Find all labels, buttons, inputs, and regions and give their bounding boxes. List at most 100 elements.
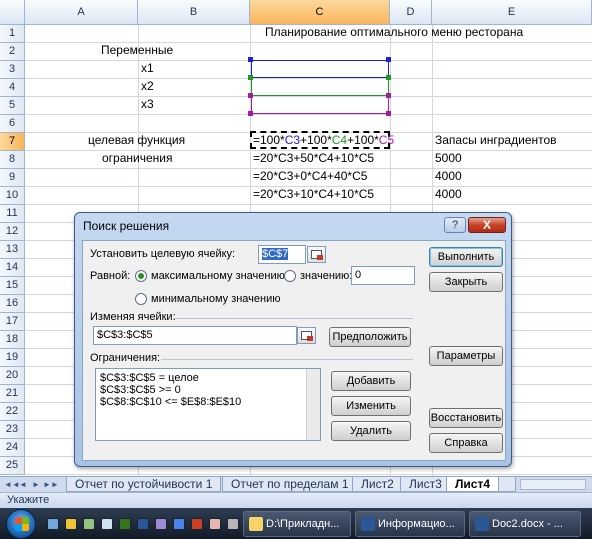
cell-b4: x2 xyxy=(141,79,154,93)
cell-b3: x1 xyxy=(141,61,154,75)
sheet-tab-list2[interactable]: Лист2 xyxy=(352,477,403,492)
horizontal-scrollbar[interactable] xyxy=(520,479,586,490)
first-sheet-button[interactable]: ◄◄ xyxy=(4,479,20,490)
radio-max-label[interactable]: максимальному значению xyxy=(151,270,285,282)
row-header-12[interactable]: 12 xyxy=(0,223,25,241)
change-button[interactable]: Изменить xyxy=(331,396,411,416)
ref-box-c4 xyxy=(251,78,389,96)
constraint-item[interactable]: $C$3:$C$5 >= 0 xyxy=(100,384,181,396)
row-header-6[interactable]: 6 xyxy=(0,115,25,133)
sheet-tab-limits-report[interactable]: Отчет по пределам 1 xyxy=(222,477,358,492)
row-header-13[interactable]: 13 xyxy=(0,241,25,259)
sheet-tab-list3[interactable]: Лист3 xyxy=(400,477,451,492)
row-header-9[interactable]: 9 xyxy=(0,169,25,187)
radio-min[interactable] xyxy=(135,293,147,305)
target-cell-label: Установить целевую ячейку: xyxy=(90,248,236,260)
row-header-21[interactable]: 21 xyxy=(0,385,25,403)
close-button[interactable]: Закрыть xyxy=(429,272,503,292)
row-header-23[interactable]: 23 xyxy=(0,421,25,439)
last-sheet-button[interactable]: ►► xyxy=(43,479,59,490)
guess-button[interactable]: Предположить xyxy=(329,327,411,347)
help-icon[interactable]: ? xyxy=(444,217,466,233)
status-bar: Укажите xyxy=(0,492,592,508)
app-icon-6[interactable] xyxy=(227,518,239,530)
row-header-20[interactable]: 20 xyxy=(0,367,25,385)
cell-c10: =20*C3+10*C4+10*C5 xyxy=(253,187,375,201)
taskbar-folder-window[interactable]: D:\Прикладн... xyxy=(243,511,351,537)
constraints-label: Ограничения: xyxy=(90,352,161,364)
radio-value-label[interactable]: значению: xyxy=(300,270,352,282)
taskbar-doc2-window[interactable]: Doc2.docx - ... xyxy=(469,511,581,537)
row-header-1[interactable]: 1 xyxy=(0,25,25,43)
word-icon[interactable] xyxy=(137,518,149,530)
radio-max[interactable] xyxy=(135,270,147,282)
help-button[interactable]: Справка xyxy=(429,433,503,453)
close-icon[interactable]: X xyxy=(468,217,506,233)
start-button[interactable] xyxy=(6,509,36,539)
row-header-8[interactable]: 8 xyxy=(0,151,25,169)
app-icon-5[interactable] xyxy=(209,518,221,530)
prev-sheet-button[interactable]: ◄ xyxy=(17,479,29,490)
column-header-e[interactable]: E xyxy=(432,0,592,25)
column-header-c[interactable]: C xyxy=(250,0,390,25)
row-header-3[interactable]: 3 xyxy=(0,61,25,79)
constraints-list[interactable]: $C$3:$C$5 = целое $C$3:$C$5 >= 0 $C$8:$C… xyxy=(95,368,321,441)
row-header-17[interactable]: 17 xyxy=(0,313,25,331)
delete-button[interactable]: Удалить xyxy=(331,421,411,441)
media-icon[interactable] xyxy=(83,518,95,530)
value-of-input[interactable]: 0 xyxy=(351,266,415,285)
constraints-scrollbar[interactable] xyxy=(306,369,320,440)
row-header-24[interactable]: 24 xyxy=(0,439,25,457)
changing-cells-input[interactable]: $C$3:$C$5 xyxy=(93,326,297,345)
ref-box-c5 xyxy=(251,96,389,114)
explorer-icon[interactable] xyxy=(65,518,77,530)
row-header-4[interactable]: 4 xyxy=(0,79,25,97)
row-header-15[interactable]: 15 xyxy=(0,277,25,295)
column-header-d[interactable]: D xyxy=(390,0,432,25)
collapse-dialog-icon[interactable] xyxy=(297,327,316,344)
taskbar-info-window[interactable]: Информацио... xyxy=(355,511,465,537)
collapse-dialog-icon[interactable] xyxy=(307,246,326,263)
options-button[interactable]: Параметры xyxy=(429,346,503,366)
changing-cells-label: Изменяя ячейки: xyxy=(90,311,176,323)
row-header-2[interactable]: 2 xyxy=(0,43,25,61)
constraint-item[interactable]: $C$3:$C$5 = целое xyxy=(100,372,199,384)
column-header-b[interactable]: B xyxy=(138,0,250,25)
excel-icon[interactable] xyxy=(119,518,131,530)
solve-button[interactable]: Выполнить xyxy=(429,247,503,267)
cell-c2-title: Планирование оптимального меню ресторана xyxy=(265,25,524,39)
row-header-18[interactable]: 18 xyxy=(0,331,25,349)
row-header-16[interactable]: 16 xyxy=(0,295,25,313)
constraint-item[interactable]: $C$8:$C$10 <= $E$8:$E$10 xyxy=(100,396,241,408)
next-sheet-button[interactable]: ► xyxy=(30,479,42,490)
show-desktop-icon[interactable] xyxy=(47,518,59,530)
equal-to-label: Равной: xyxy=(90,270,131,282)
sheet-tabs-bar: ◄◄ ◄ ► ►► Отчет по устойчивости 1 Отчет … xyxy=(0,476,592,492)
row-header-25[interactable]: 25 xyxy=(0,457,25,475)
reset-all-button[interactable]: Восстановить xyxy=(429,408,503,428)
row-header-7[interactable]: 7 xyxy=(0,133,25,151)
row-header-19[interactable]: 19 xyxy=(0,349,25,367)
column-header-a[interactable]: A xyxy=(25,0,138,25)
sheet-tab-list4[interactable]: Лист4 xyxy=(446,477,500,492)
radio-value[interactable] xyxy=(284,270,296,282)
dialog-body: Установить целевую ячейку: $C$7 Равной: … xyxy=(82,240,506,461)
target-cell-input[interactable]: $C$7 xyxy=(258,245,306,264)
app-icon-4[interactable] xyxy=(191,518,203,530)
cell-e9: 4000 xyxy=(435,169,462,183)
row-header-11[interactable]: 11 xyxy=(0,205,25,223)
app-icon-3[interactable] xyxy=(173,518,185,530)
select-all-corner[interactable] xyxy=(0,0,25,25)
app-icon-1[interactable] xyxy=(101,518,113,530)
row-header-5[interactable]: 5 xyxy=(0,97,25,115)
cell-c8: =20*C3+50*C4+10*C5 xyxy=(253,151,375,165)
sheet-tab-sensitivity-report[interactable]: Отчет по устойчивости 1 xyxy=(66,477,222,492)
row-header-14[interactable]: 14 xyxy=(0,259,25,277)
add-button[interactable]: Добавить xyxy=(331,371,411,391)
cell-e7: Запасы ингрaдиентов xyxy=(435,133,557,147)
row-header-22[interactable]: 22 xyxy=(0,403,25,421)
row-header-10[interactable]: 10 xyxy=(0,187,25,205)
radio-min-label[interactable]: минимальному значению xyxy=(151,293,281,305)
insert-sheet-icon[interactable] xyxy=(498,477,516,492)
app-icon-2[interactable] xyxy=(155,518,167,530)
